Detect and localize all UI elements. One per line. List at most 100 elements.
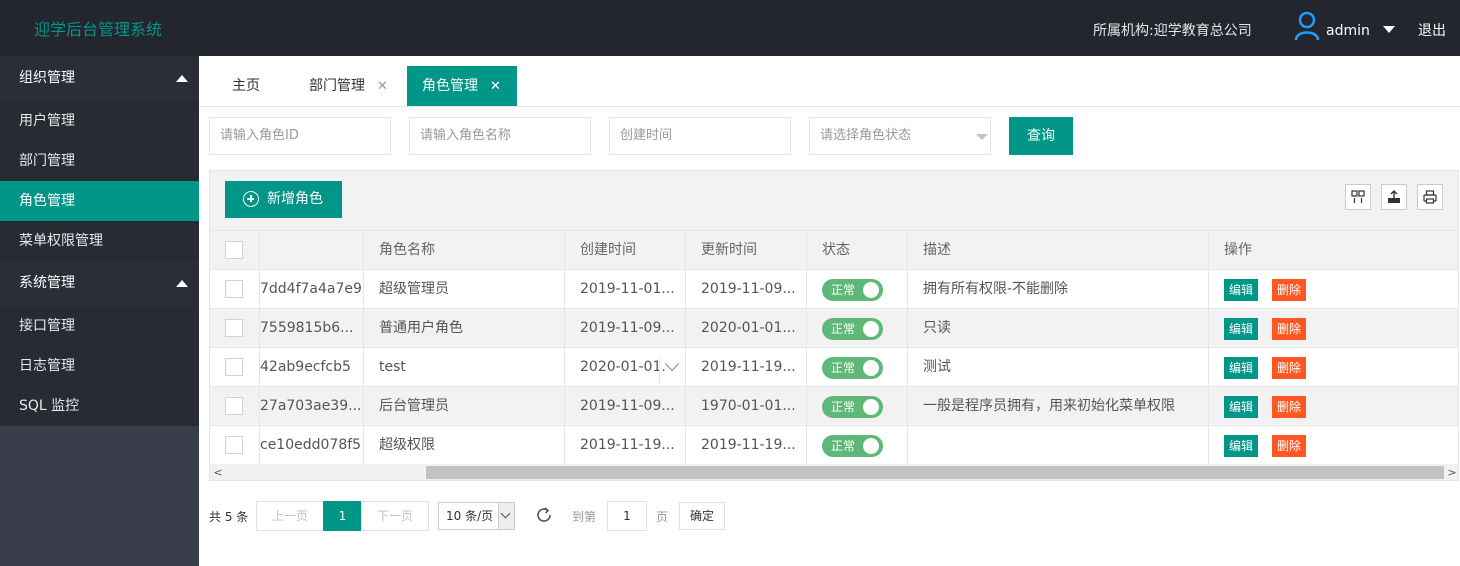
page-size-value: 10 条/页 [446, 509, 494, 523]
status-toggle[interactable]: 正常 [822, 396, 883, 418]
refresh-icon[interactable] [535, 506, 553, 524]
row-select-cell [210, 309, 260, 348]
status-toggle[interactable]: 正常 [822, 357, 883, 379]
cell-actions: 编辑 删除 [1209, 426, 1458, 465]
tab-departments[interactable]: 部门管理 ✕ [309, 66, 388, 106]
status-toggle[interactable]: 正常 [822, 318, 883, 340]
edit-button[interactable]: 编辑 [1224, 396, 1258, 418]
row-checkbox[interactable] [225, 319, 243, 337]
sidebar-item-api[interactable]: 接口管理 [0, 306, 199, 346]
header-role-name[interactable]: 角色名称 [364, 231, 565, 270]
created-time-input[interactable]: 创建时间 [609, 117, 791, 155]
edit-button[interactable]: 编辑 [1224, 279, 1258, 301]
cell-description: 拥有所有权限-不能删除 [908, 270, 1209, 309]
role-id-input[interactable]: 请输入角色ID [209, 117, 391, 155]
export-button[interactable] [1381, 184, 1407, 210]
status-toggle[interactable]: 正常 [822, 279, 883, 301]
horizontal-scrollbar[interactable]: < > [210, 464, 1458, 480]
role-status-select[interactable]: 请选择角色状态 [809, 117, 991, 155]
scrollbar-thumb[interactable] [426, 466, 1444, 479]
header-actions: 操作 [1224, 242, 1252, 258]
sidebar-group-org[interactable]: 组织管理 [0, 56, 199, 101]
user-avatar-icon[interactable] [1294, 11, 1320, 41]
sidebar-item-logs[interactable]: 日志管理 [0, 346, 199, 386]
chevron-down-icon [976, 134, 988, 140]
cell-status: 正常 [807, 348, 908, 387]
row-checkbox[interactable] [225, 280, 243, 298]
toggle-knob [863, 321, 879, 337]
cell-created-time: 2019-11-09... [565, 387, 686, 426]
select-all-checkbox[interactable] [225, 241, 243, 259]
tab-bar: 主页 部门管理 ✕ 角色管理 ✕ [199, 56, 1460, 107]
row-checkbox[interactable] [225, 397, 243, 415]
cell-status: 正常 [807, 426, 908, 465]
sidebar-item-sql-monitor[interactable]: SQL 监控 [0, 386, 199, 426]
scroll-right-icon[interactable]: > [1444, 464, 1458, 480]
delete-button[interactable]: 删除 [1272, 396, 1306, 418]
sidebar-item-roles[interactable]: 角色管理 [0, 181, 199, 221]
table-row[interactable]: 27a703ae39... 后台管理员 2019-11-09... 1970-0… [210, 387, 1458, 426]
header-status[interactable]: 状态 [807, 231, 908, 270]
sidebar-item-users[interactable]: 用户管理 [0, 101, 199, 141]
username[interactable]: admin [1326, 23, 1370, 39]
header-updated-time[interactable]: 更新时间 [686, 231, 807, 270]
columns-button[interactable] [1345, 184, 1371, 210]
delete-button[interactable]: 删除 [1272, 279, 1306, 301]
delete-button[interactable]: 删除 [1272, 318, 1306, 340]
current-page-button[interactable]: 1 [323, 501, 362, 531]
header-description[interactable]: 描述 [908, 231, 1209, 270]
edit-button[interactable]: 编辑 [1224, 357, 1258, 379]
pagination-total: 共 5 条 [209, 510, 249, 524]
sidebar-group-label: 组织管理 [19, 70, 75, 86]
logout-link[interactable]: 退出 [1418, 20, 1446, 40]
goto-label: 到第 [572, 510, 597, 524]
tab-label: 主页 [232, 78, 260, 94]
cell-divider [659, 358, 660, 384]
tab-roles[interactable]: 角色管理 ✕ [407, 66, 517, 106]
goto-page-input[interactable]: 1 [607, 501, 647, 531]
chevron-down-icon[interactable] [1383, 26, 1395, 33]
row-checkbox[interactable] [225, 436, 243, 454]
table-row[interactable]: 7559815b6... 普通用户角色 2019-11-09... 2020-0… [210, 309, 1458, 348]
table-row[interactable]: 42ab9ecfcb5 test 2020-01-01. 2019-11-19.… [210, 348, 1458, 387]
header-id[interactable] [260, 231, 364, 270]
row-checkbox[interactable] [225, 358, 243, 376]
add-role-button[interactable]: 新增角色 [225, 181, 342, 218]
role-name-input[interactable]: 请输入角色名称 [409, 117, 591, 155]
goto-confirm-button[interactable]: 确定 [679, 502, 725, 530]
cell-id: ce10edd078f5 [260, 426, 364, 465]
row-select-cell [210, 387, 260, 426]
close-icon[interactable]: ✕ [490, 67, 501, 107]
next-page-button[interactable]: 下一页 [361, 501, 429, 531]
page-size-select[interactable]: 10 条/页 [438, 502, 515, 530]
table-row[interactable]: ce10edd078f5 超级权限 2019-11-19... 2019-11-… [210, 426, 1458, 465]
row-select-cell [210, 426, 260, 465]
delete-button[interactable]: 删除 [1272, 357, 1306, 379]
cell-description: 测试 [908, 348, 1209, 387]
cell-actions: 编辑 删除 [1209, 387, 1458, 426]
table-row[interactable]: 7dd4f7a4a7e9 超级管理员 2019-11-01... 2019-11… [210, 270, 1458, 309]
delete-button[interactable]: 删除 [1272, 435, 1306, 457]
chevron-down-icon [498, 503, 514, 529]
add-role-label: 新增角色 [267, 191, 323, 207]
edit-button[interactable]: 编辑 [1224, 318, 1258, 340]
query-button[interactable]: 查询 [1009, 117, 1073, 155]
print-button[interactable] [1417, 184, 1443, 210]
prev-page-button[interactable]: 上一页 [256, 501, 324, 531]
cell-updated-time: 1970-01-01... [686, 387, 807, 426]
app-title[interactable]: 迎学后台管理系统 [34, 16, 162, 40]
sidebar-group-system[interactable]: 系统管理 [0, 261, 199, 306]
edit-button[interactable]: 编辑 [1224, 435, 1258, 457]
chevron-down-icon[interactable] [664, 356, 680, 372]
status-toggle[interactable]: 正常 [822, 435, 883, 457]
tab-home[interactable]: 主页 [232, 66, 260, 106]
status-label: 正常 [831, 439, 856, 453]
cell-description: 一般是程序员拥有，用来初始化菜单权限 [908, 387, 1209, 426]
cell-id: 7dd4f7a4a7e9 [260, 270, 364, 309]
close-icon[interactable]: ✕ [377, 67, 388, 107]
row-select-cell [210, 348, 260, 387]
sidebar-item-departments[interactable]: 部门管理 [0, 141, 199, 181]
scroll-left-icon[interactable]: < [210, 464, 226, 480]
header-created-time[interactable]: 创建时间 [565, 231, 686, 270]
sidebar-item-menu-permissions[interactable]: 菜单权限管理 [0, 221, 199, 261]
